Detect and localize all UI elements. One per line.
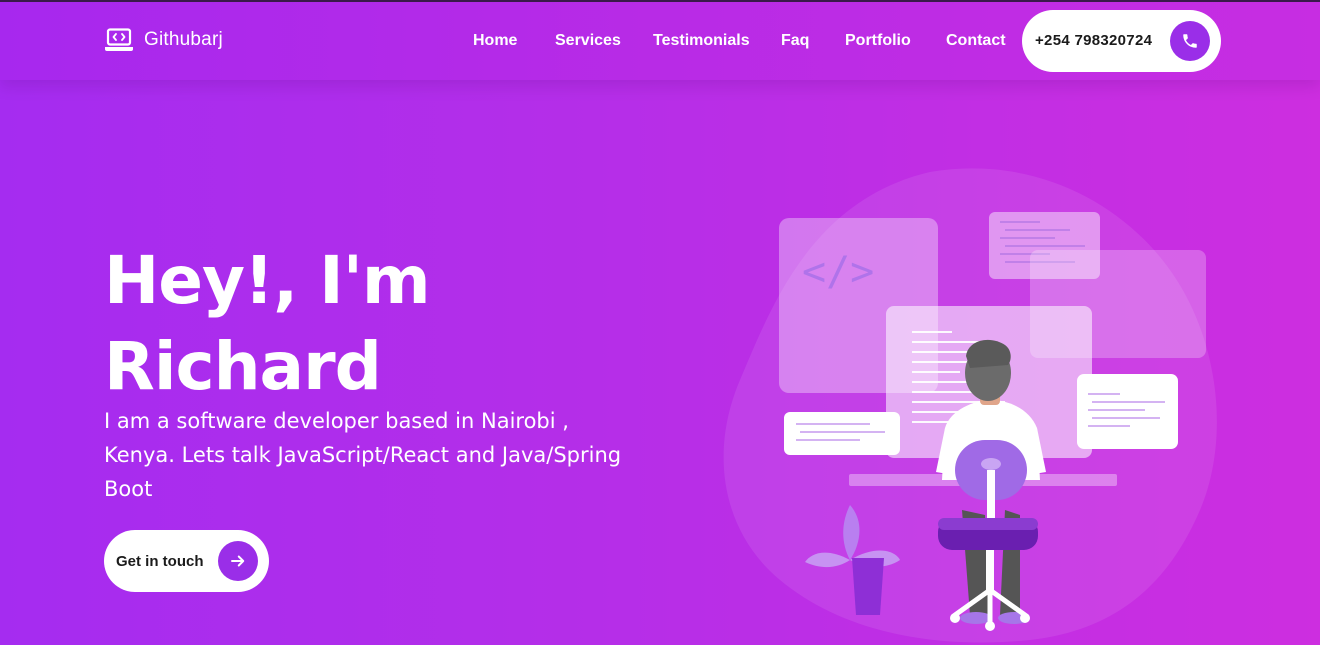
code-symbol: </> <box>802 249 874 295</box>
phone-icon <box>1170 21 1210 61</box>
nav-link-portfolio[interactable]: Portfolio <box>845 32 911 50</box>
developer-illustration: </> <box>700 160 1220 645</box>
code-card-left <box>784 412 900 455</box>
hero-title-line2: Richard <box>104 328 382 405</box>
nav-link-home[interactable]: Home <box>473 32 517 50</box>
brand[interactable]: Githubarj <box>104 28 223 52</box>
hero-title: Hey!, I'm Richard <box>104 238 624 410</box>
nav-link-contact[interactable]: Contact <box>946 32 1006 50</box>
hero-title-line1: Hey!, I'm <box>104 242 431 319</box>
phone-number: +254 798320724 <box>1035 32 1153 49</box>
brand-name: Githubarj <box>144 29 223 50</box>
nav-link-services[interactable]: Services <box>555 32 621 50</box>
arrow-right-icon <box>218 541 258 581</box>
nav-link-faq[interactable]: Faq <box>781 32 809 50</box>
navbar: Githubarj Home Services Testimonials Faq… <box>0 2 1320 80</box>
cta-label: Get in touch <box>116 553 204 570</box>
laptop-code-icon <box>104 28 134 52</box>
hero-subtitle: I am a software developer based in Nairo… <box>104 409 622 501</box>
phone-button[interactable]: +254 798320724 <box>1022 10 1221 72</box>
get-in-touch-button[interactable]: Get in touch <box>104 530 269 592</box>
code-card-right <box>1077 374 1178 449</box>
nav-link-testimonials[interactable]: Testimonials <box>653 32 750 50</box>
